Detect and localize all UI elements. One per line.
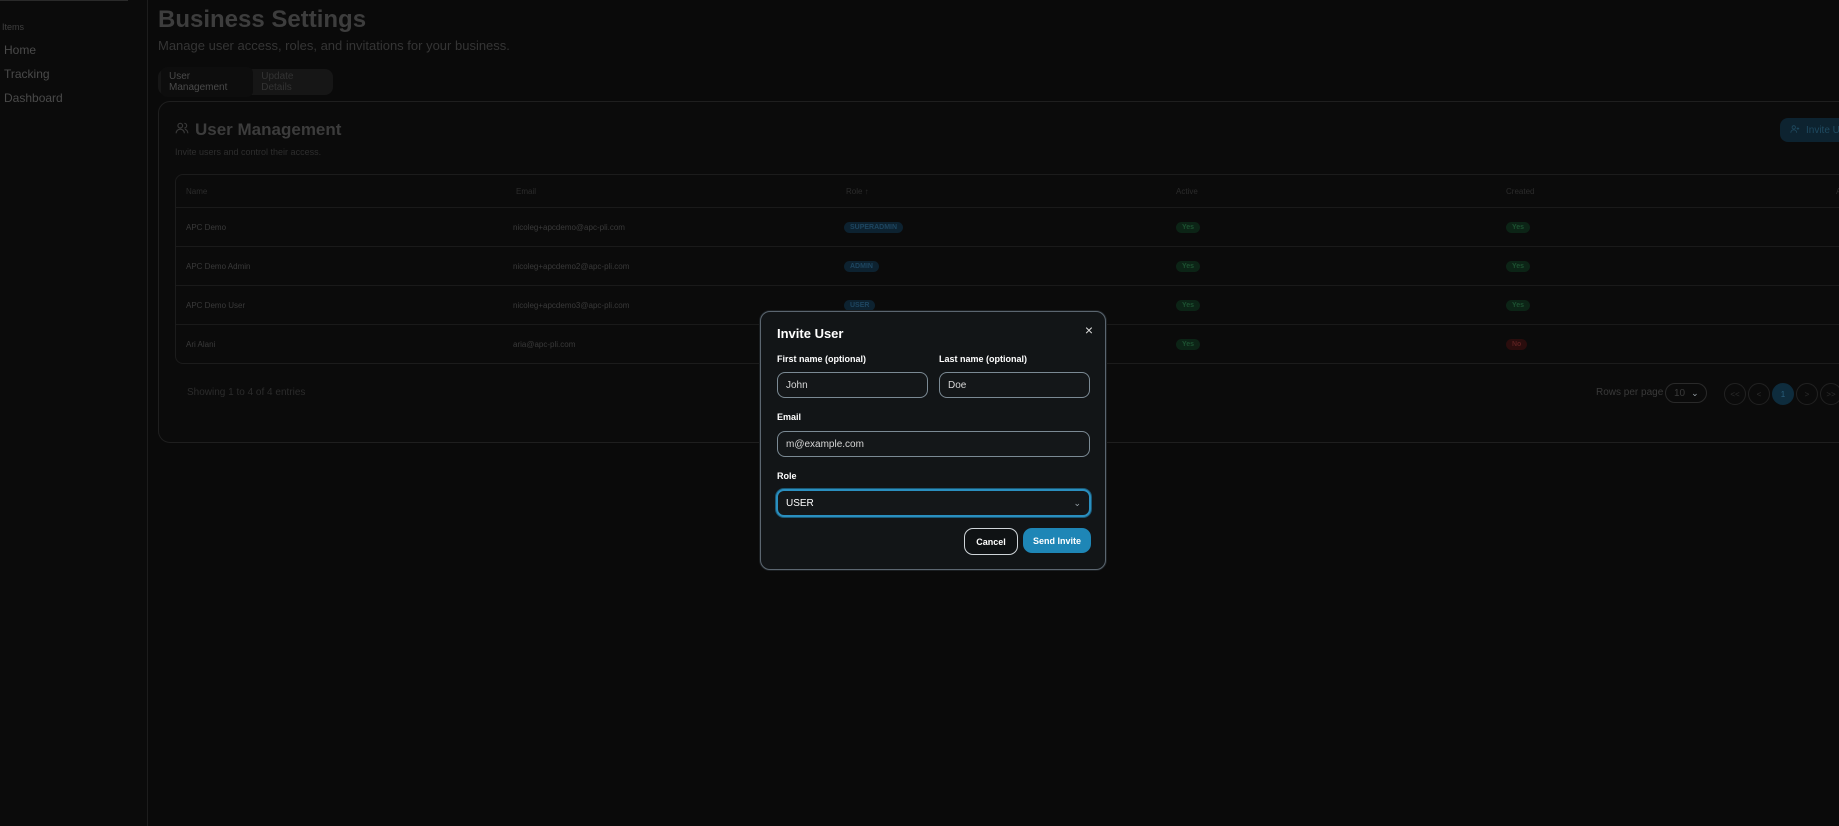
rows-per-page-select[interactable]: 10 ⌄ [1665,383,1707,403]
invite-user-label: Invite User [1806,124,1839,136]
sidebar-section-label: Items [2,22,25,32]
active-badge: Yes [1176,338,1201,350]
page-subtitle: Manage user access, roles, and invitatio… [158,38,510,53]
column-header-name[interactable]: Name [186,175,207,207]
card-title-text: User Management [195,120,342,139]
cell-email: nicoleg+apcdemo2@apc-pli.com [513,261,630,271]
next-page-button[interactable]: > [1796,383,1818,405]
table-header-row: Name Email Role ↑ Active Created A [176,175,1839,208]
sidebar: Items Home Tracking Dashboard [0,0,148,826]
cell-active: Yes [1176,325,1201,363]
active-badge: Yes [1176,260,1201,272]
first-name-input[interactable]: John [777,372,928,398]
last-name-input[interactable]: Doe [939,372,1090,398]
page-button-1[interactable]: 1 [1772,383,1794,405]
rows-per-page-label: Rows per page [1596,387,1664,398]
last-page-button[interactable]: >> [1820,383,1839,405]
tab-update-details[interactable]: Update Details [253,67,330,97]
chevron-down-icon: ⌄ [1691,387,1699,398]
invite-user-button[interactable]: Invite User [1780,118,1839,142]
cell-email: nicoleg+apcdemo3@apc-pli.com [513,300,630,310]
cell-name: APC Demo Admin [186,261,251,271]
role-select-value: USER [786,497,814,509]
cell-created: Yes [1506,247,1531,285]
first-name-label: First name (optional) [777,354,867,364]
rows-per-page-value: 10 [1674,387,1686,399]
active-badge: Yes [1176,299,1201,311]
tab-user-management[interactable]: User Management [161,67,254,97]
cell-email: nicoleg+apcdemo@apc-pli.com [513,222,625,232]
cell-active: Yes [1176,247,1201,285]
page-title: Business Settings [158,6,367,33]
email-label: Email [777,412,802,422]
users-icon [175,120,189,140]
role-badge: USER [844,299,876,311]
column-header-email[interactable]: Email [516,175,536,207]
close-icon[interactable]: × [1085,322,1093,338]
table-row: APC Demo Admin nicoleg+apcdemo2@apc-pli.… [176,247,1839,286]
cell-active: Yes [1176,208,1201,246]
created-badge: Yes [1506,299,1531,311]
created-badge: Yes [1506,260,1531,272]
table-row: APC Demo nicoleg+apcdemo@apc-pli.com SUP… [176,208,1839,247]
cell-email: aria@apc-pli.com [513,339,576,349]
cell-name: APC Demo [186,222,227,232]
last-name-label: Last name (optional) [939,354,1028,364]
user-plus-icon [1790,124,1800,137]
cell-name: APC Demo User [186,300,246,310]
cell-active: Yes [1176,286,1201,324]
cell-role: ADMIN [844,247,879,285]
column-header-created[interactable]: Created [1506,175,1534,207]
cell-created: No [1506,325,1528,363]
created-badge: No [1506,338,1528,350]
active-badge: Yes [1176,221,1201,233]
card-subtitle: Invite users and control their access. [175,147,322,157]
first-page-button[interactable]: << [1724,383,1746,405]
role-select[interactable]: USER ⌄ [776,489,1091,517]
sidebar-item-dashboard[interactable]: Dashboard [4,91,63,105]
card-title: User Management [175,120,341,140]
column-header-role[interactable]: Role ↑ [846,175,869,207]
role-badge: ADMIN [844,260,879,272]
sidebar-divider [0,0,128,1]
invite-user-dialog: Invite User × First name (optional) John… [760,311,1106,570]
email-input[interactable]: m@example.com [777,431,1090,457]
created-badge: Yes [1506,221,1531,233]
send-invite-button[interactable]: Send Invite [1023,528,1091,553]
entries-summary: Showing 1 to 4 of 4 entries [187,387,306,398]
role-badge: SUPERADMIN [844,221,904,233]
sidebar-item-tracking[interactable]: Tracking [4,67,50,81]
sidebar-item-home[interactable]: Home [4,43,36,57]
cell-created: Yes [1506,286,1531,324]
chevron-down-icon: ⌄ [1073,497,1081,508]
tab-list: User Management Update Details [158,67,333,97]
prev-page-button[interactable]: < [1748,383,1770,405]
role-label: Role [777,471,797,481]
column-header-active[interactable]: Active [1176,175,1198,207]
cell-created: Yes [1506,208,1531,246]
cell-name: Ari Alani [186,339,216,349]
dialog-title: Invite User [777,326,844,341]
cell-role: SUPERADMIN [844,208,904,246]
cancel-button[interactable]: Cancel [964,528,1018,555]
